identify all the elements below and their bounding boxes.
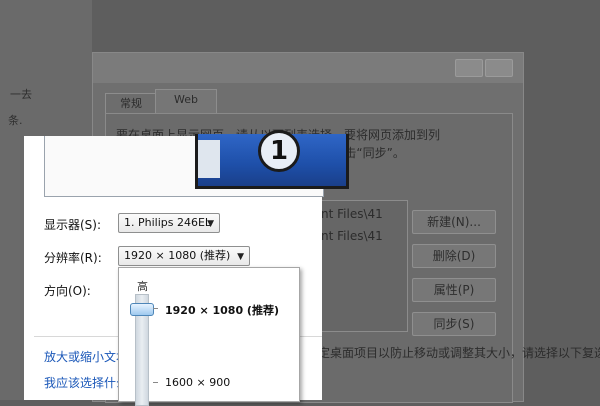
background-dialog-titlebar xyxy=(93,53,523,83)
monitor-sidebar-graphic xyxy=(198,140,220,178)
resolution-option[interactable]: 1600 × 900 xyxy=(165,376,230,389)
close-icon[interactable] xyxy=(485,59,513,77)
slider-tick xyxy=(153,308,158,309)
zoom-text-link[interactable]: 放大或缩小文本 xyxy=(44,348,128,365)
monitor-icon[interactable]: 1 xyxy=(195,130,349,189)
delete-button[interactable]: 删除(D) xyxy=(412,244,496,268)
resolution-label: 分辨率(R): xyxy=(44,251,102,265)
display-select[interactable]: 1. Philips 246EL ▼ xyxy=(118,213,220,233)
tab-general-label: 常规 xyxy=(120,97,142,110)
resolution-option[interactable]: 1920 × 1080 (推荐) xyxy=(165,302,279,318)
resolution-select[interactable]: 1920 × 1080 (推荐) ▼ xyxy=(118,246,250,266)
tab-web[interactable]: Web xyxy=(155,89,217,114)
tab-general[interactable]: 常规 xyxy=(105,93,157,114)
list-item[interactable]: nt Files\41 xyxy=(321,229,383,243)
minimize-icon[interactable] xyxy=(455,59,483,77)
background-text-fragment: 一去 xyxy=(10,88,32,101)
which-setting-link[interactable]: 我应该选择什么 xyxy=(44,374,128,391)
lock-description: 锁定桌面项目以防止移动或调整其大小，请选择以下复选 xyxy=(306,346,600,360)
list-item[interactable]: nt Files\41 xyxy=(321,207,383,221)
slider-tick xyxy=(153,382,158,383)
sync-button[interactable]: 同步(S) xyxy=(412,312,496,336)
resolution-select-value: 1920 × 1080 (推荐) xyxy=(124,249,231,262)
tab-web-label: Web xyxy=(174,93,198,106)
background-text-fragment: 条. xyxy=(8,114,23,127)
chevron-down-icon: ▼ xyxy=(237,252,244,262)
resolution-dropdown[interactable]: 高 1920 × 1080 (推荐) 1600 × 900 xyxy=(118,267,300,406)
properties-button[interactable]: 属性(P) xyxy=(412,278,496,302)
monitor-number-badge: 1 xyxy=(258,130,300,172)
chevron-down-icon: ▼ xyxy=(207,219,214,229)
display-label: 显示器(S): xyxy=(44,218,102,232)
resolution-slider-thumb[interactable] xyxy=(130,303,154,316)
new-button[interactable]: 新建(N)... xyxy=(412,210,496,234)
slider-high-label: 高 xyxy=(137,280,148,293)
orientation-label: 方向(O): xyxy=(44,284,91,298)
display-select-value: 1. Philips 246EL xyxy=(124,216,212,229)
monitor-preview: 1 xyxy=(44,130,349,197)
